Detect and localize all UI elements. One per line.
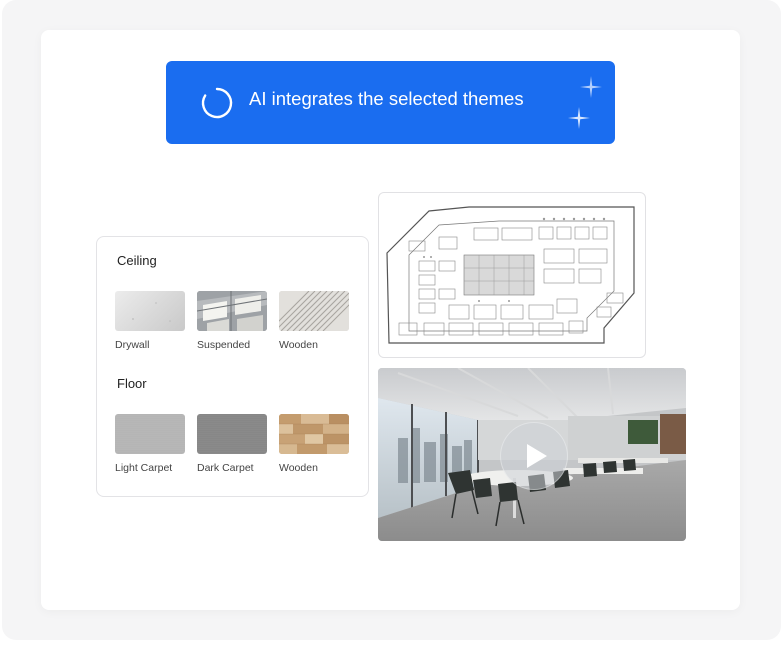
floor-section-title: Floor <box>117 376 147 391</box>
sparkle-icon <box>580 76 602 98</box>
floor-plan-preview[interactable] <box>378 192 646 358</box>
floor-dark-carpet-label: Dark Carpet <box>197 462 254 474</box>
ceiling-drywall-swatch[interactable] <box>115 291 185 331</box>
ceiling-wooden-swatch[interactable] <box>279 291 349 331</box>
floor-dark-carpet-swatch[interactable] <box>197 414 267 454</box>
ceiling-suspended-swatch[interactable] <box>197 291 267 331</box>
materials-panel <box>96 236 369 497</box>
banner-text: AI integrates the selected themes <box>249 88 524 109</box>
ceiling-wooden-label: Wooden <box>279 339 318 351</box>
floor-wooden-swatch[interactable] <box>279 414 349 454</box>
floor-light-carpet-swatch[interactable] <box>115 414 185 454</box>
ceiling-suspended-label: Suspended <box>197 339 251 351</box>
floor-wooden-label: Wooden <box>279 462 318 474</box>
loading-spinner-icon <box>201 87 233 119</box>
ceiling-section-title: Ceiling <box>117 253 157 268</box>
office-floor-plan-icon <box>386 206 635 344</box>
play-icon <box>527 444 547 468</box>
play-button[interactable] <box>500 422 568 490</box>
ceiling-drywall-label: Drywall <box>115 339 150 351</box>
sparkle-icon <box>568 107 590 129</box>
floor-light-carpet-label: Light Carpet <box>115 462 173 474</box>
